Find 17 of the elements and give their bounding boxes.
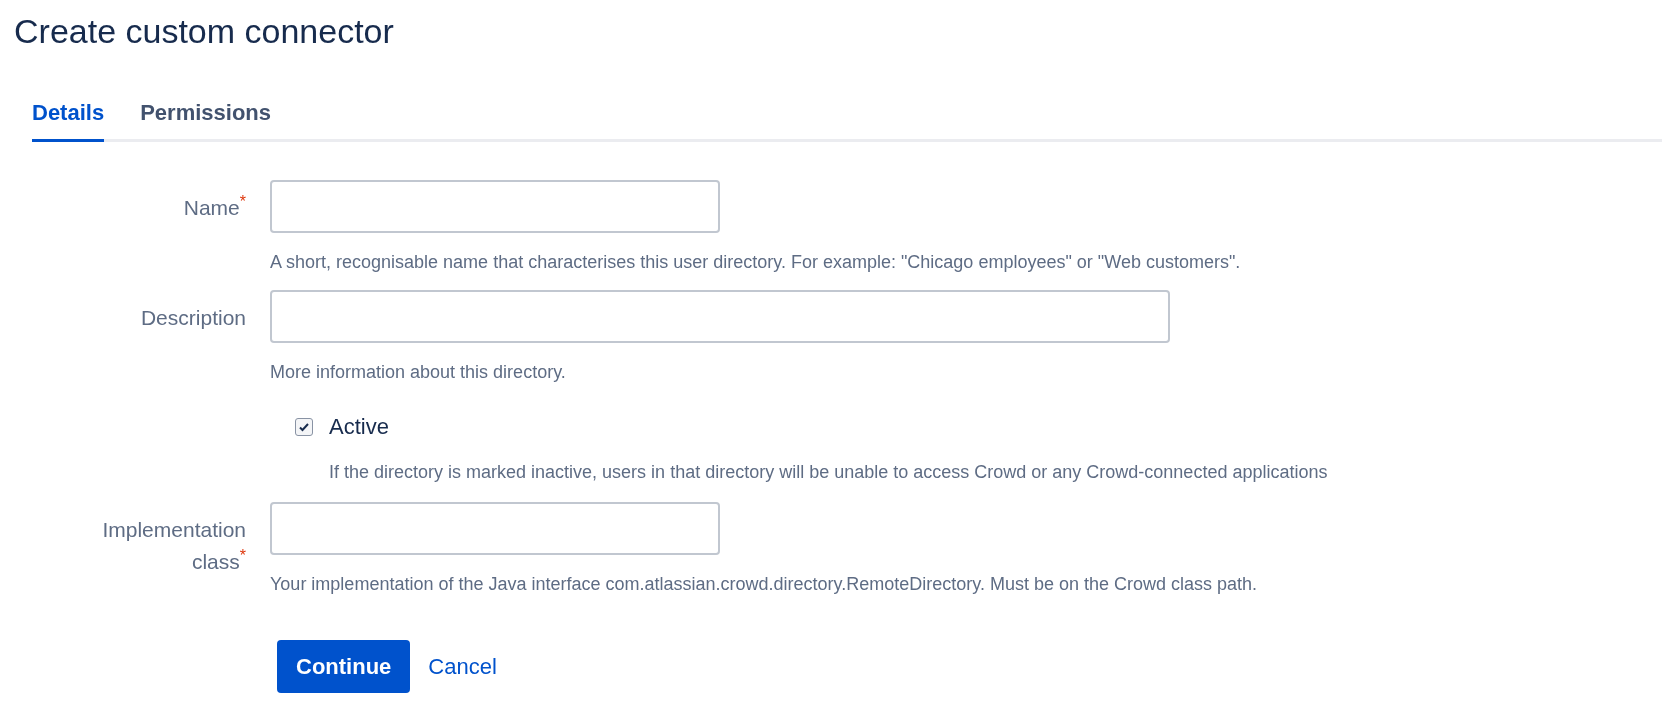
- text-field[interactable]: [270, 290, 1170, 343]
- checkbox-label: Active: [329, 413, 389, 441]
- cancel-link[interactable]: Cancel: [428, 650, 497, 683]
- field-label: Description: [140, 305, 246, 331]
- help-text: Your implementation of the Java interface com.atlassian.crowd.directory.RemoteDirectory. Must be on the Crowd class path.: [270, 573, 1258, 596]
- text-field[interactable]: [270, 502, 720, 555]
- text-field[interactable]: [270, 180, 720, 233]
- help-text: If the directory is marked inactive, users in that directory will be unable to access Crowd or any Crowd-connected applications: [329, 461, 1329, 484]
- help-text: More information about this directory.: [270, 361, 567, 384]
- help-text: A short, recognisable name that characterises this user directory. For example: "Chicago employees" or "Web customers".: [270, 251, 1241, 274]
- field-label: Implementation class$^{*}$: [101, 517, 246, 575]
- continue-button[interactable]: Continue: [277, 640, 411, 693]
- tab[interactable]: Permissions: [140, 96, 271, 142]
- page-title: Create custom connector: [13, 11, 395, 48]
- checkbox[interactable]: [295, 417, 313, 436]
- field-label: Name$^{*}$: [183, 192, 246, 221]
- tab[interactable]: Details: [32, 96, 105, 142]
